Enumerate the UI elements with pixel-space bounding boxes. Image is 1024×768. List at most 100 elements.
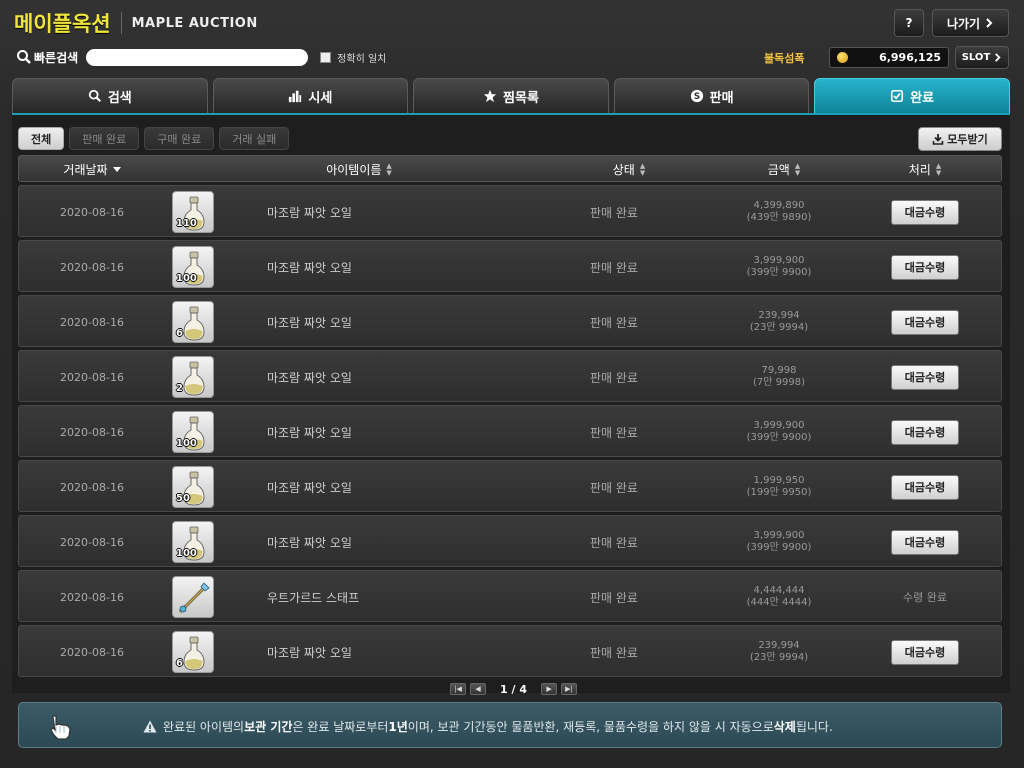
item-icon-box[interactable]: 100	[172, 411, 214, 453]
table-header: 거래날짜 아이템이름 ▲ ▼ 상태 ▲ ▼ 금액 ▲ ▼ 처리 ▲ ▼	[18, 155, 1002, 182]
row-process: 대금수령	[877, 406, 973, 458]
quick-search-input[interactable]	[86, 48, 309, 66]
next-page-button[interactable]: ▶	[541, 683, 558, 695]
tab-completed[interactable]: 완료	[814, 78, 1010, 113]
price-korean: (23만 9994)	[749, 322, 809, 333]
column-price[interactable]: 금액 ▲ ▼	[734, 156, 834, 183]
transaction-list: 2020-08-16 110 마조람 짜앗 오일 판매 완료 4,399,890…	[18, 185, 1002, 680]
item-icon-box[interactable]: 2	[172, 356, 214, 398]
brand: 메이플옥션 MAPLE AUCTION	[14, 8, 258, 38]
completed-panel: 전체 판매 완료 구매 완료 거래 실패 모두받기 거래날짜 아이템이름 ▲ ▼ …	[12, 113, 1010, 696]
receive-payment-button[interactable]: 대금수령	[891, 639, 959, 665]
item-name: 마조람 짜앗 오일	[267, 315, 352, 330]
item-name: 우트가르드 스태프	[267, 590, 360, 605]
tab-label: 검색	[107, 90, 132, 106]
staff-icon	[178, 582, 210, 614]
receive-payment-button[interactable]: 대금수령	[891, 474, 959, 500]
column-date[interactable]: 거래날짜	[19, 156, 165, 183]
filter-bought[interactable]: 구매 완료	[144, 127, 215, 150]
chevron-right-icon	[986, 18, 993, 28]
row-status: 판매 완료	[590, 205, 638, 220]
notice-emphasis: 1년	[388, 719, 408, 734]
exit-button[interactable]: 나가기	[932, 9, 1009, 37]
sort-icon: ▲ ▼	[639, 161, 646, 177]
item-icon-box[interactable]: 100	[172, 246, 214, 288]
notice-emphasis: 보관 기간	[244, 719, 293, 734]
receive-all-button[interactable]: 모두받기	[918, 127, 1002, 151]
receive-payment-button[interactable]: 대금수령	[891, 364, 959, 390]
receive-payment-button[interactable]: 대금수령	[891, 419, 959, 445]
exact-match-checkbox[interactable]	[320, 51, 332, 63]
sort-icon: ▲ ▼	[794, 161, 801, 177]
slot-button[interactable]: SLOT	[955, 46, 1009, 69]
item-icon-box[interactable]: 100	[172, 521, 214, 563]
receive-payment-button[interactable]: 대금수령	[891, 529, 959, 555]
sell-icon: S	[690, 89, 703, 103]
item-icon-box[interactable]: 50	[172, 466, 214, 508]
column-name[interactable]: 아이템이름 ▲ ▼	[269, 156, 449, 183]
notice-emphasis: 삭제	[773, 719, 796, 734]
item-icon-box[interactable]: 110	[172, 191, 214, 233]
tab-search[interactable]: 검색	[12, 78, 208, 113]
search-icon	[88, 89, 101, 102]
item-icon-box[interactable]	[172, 576, 214, 618]
row-price: 79,998 (7만 9998)	[719, 351, 839, 403]
filter-failed[interactable]: 거래 실패	[219, 127, 290, 150]
row-date: 2020-08-16	[60, 590, 124, 604]
brand-title-ko: 메이플옥션	[14, 12, 111, 36]
item-quantity: 2	[176, 383, 183, 394]
current-page: 1	[500, 682, 508, 696]
price-value: 3,999,900	[753, 420, 805, 431]
sort-icon: ▲ ▼	[935, 161, 942, 177]
notice-text-part: 됩니다.	[795, 719, 833, 734]
row-date: 2020-08-16	[60, 315, 124, 329]
exact-match-label: 정확히 일치	[337, 53, 387, 65]
download-icon	[932, 134, 944, 145]
receive-payment-button[interactable]: 대금수령	[891, 199, 959, 225]
tab-sell[interactable]: S 판매	[613, 78, 810, 113]
tab-wishlist[interactable]: 찜목록	[413, 78, 609, 113]
price-value: 3,999,900	[753, 255, 805, 266]
price-value: 4,399,890	[753, 200, 805, 211]
item-icon-box[interactable]: 6	[172, 301, 214, 343]
receive-payment-button[interactable]: 대금수령	[891, 254, 959, 280]
item-name: 마조람 짜앗 오일	[267, 260, 352, 275]
notice-message: 완료된 아이템의 보관 기간 은 완료 날짜로부터 1년 이며, 보관 기간동안 물…	[143, 703, 833, 749]
row-date: 2020-08-16	[60, 645, 124, 659]
column-process[interactable]: 처리 ▲ ▼	[877, 156, 973, 183]
last-page-button[interactable]: ▶|	[561, 683, 578, 695]
column-process-label: 처리	[908, 163, 931, 177]
tab-label: 시세	[308, 90, 333, 106]
row-price: 239,994 (23만 9994)	[719, 626, 839, 678]
page-separator: /	[511, 682, 516, 696]
meso-coin-icon	[837, 52, 848, 63]
filter-sold[interactable]: 판매 완료	[69, 127, 140, 150]
warning-icon	[143, 720, 157, 732]
item-name: 마조람 짜앗 오일	[267, 480, 352, 495]
item-icon-box[interactable]: 6	[172, 631, 214, 673]
price-value: 4,444,444	[753, 585, 805, 596]
tab-market-price[interactable]: 시세	[212, 78, 409, 113]
first-page-button[interactable]: |◀	[450, 683, 466, 695]
total-pages: 4	[519, 682, 528, 696]
price-korean: (399만 9900)	[746, 432, 812, 443]
sort-icon: ▲ ▼	[386, 161, 392, 177]
row-price: 3,999,900 (399만 9900)	[719, 406, 839, 458]
help-button[interactable]: ?	[894, 9, 924, 37]
receive-all-label: 모두받기	[947, 133, 988, 146]
row-price: 3,999,900 (399만 9900)	[719, 241, 839, 293]
pagination: |◀ ◀ 1 / 4 ▶ ▶|	[450, 682, 581, 696]
column-status[interactable]: 상태 ▲ ▼	[579, 156, 679, 183]
row-price: 239,994 (23만 9994)	[719, 296, 839, 348]
receive-payment-button[interactable]: 대금수령	[891, 309, 959, 335]
meso-amount: 6,996,125	[879, 51, 941, 64]
row-status: 판매 완료	[590, 590, 638, 605]
filter-all[interactable]: 전체	[18, 127, 65, 150]
row-status: 판매 완료	[590, 370, 638, 385]
column-date-label: 거래날짜	[63, 163, 108, 177]
prev-page-button[interactable]: ◀	[470, 683, 486, 695]
item-name: 마조람 짜앗 오일	[267, 425, 352, 440]
star-icon	[483, 89, 497, 103]
table-row: 2020-08-16 100 마조람 짜앗 오일 판매 완료 3,999,900…	[18, 405, 1002, 457]
item-quantity: 100	[176, 273, 197, 284]
